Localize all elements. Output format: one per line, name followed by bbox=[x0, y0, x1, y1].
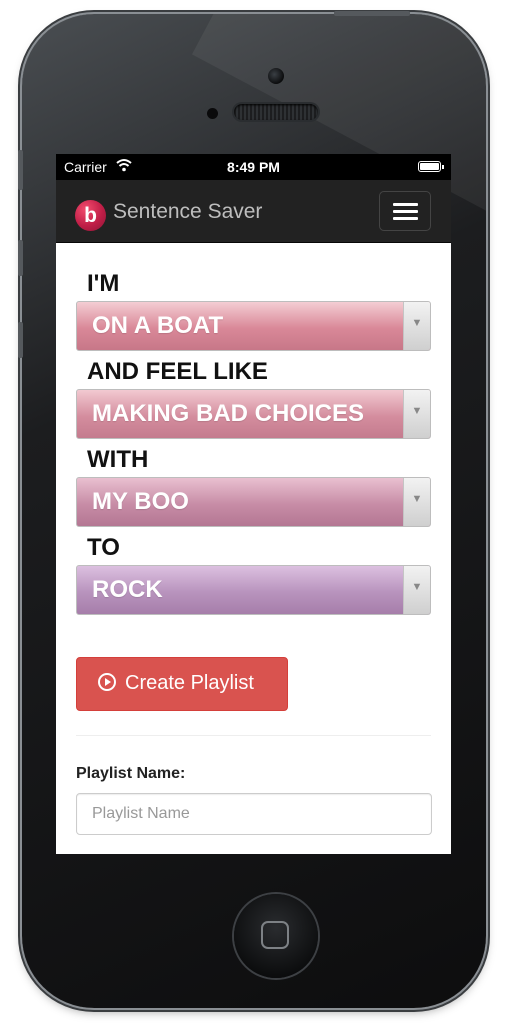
beats-logo-icon[interactable]: b bbox=[75, 200, 106, 231]
select-value-1: ON A BOAT bbox=[92, 312, 224, 339]
divider bbox=[76, 735, 431, 736]
sentence-select-4[interactable]: ROCK ▼ bbox=[76, 565, 431, 615]
sentence-label-1: I'M bbox=[87, 270, 120, 297]
playlist-name-input[interactable] bbox=[76, 793, 432, 835]
sentence-select-3[interactable]: MY BOO ▼ bbox=[76, 477, 431, 527]
sleep-button[interactable] bbox=[334, 11, 410, 16]
play-circle-icon bbox=[98, 673, 116, 691]
chevron-down-icon: ▼ bbox=[403, 302, 430, 350]
mute-switch[interactable] bbox=[18, 150, 23, 190]
volume-up-button[interactable] bbox=[18, 240, 23, 276]
home-button[interactable] bbox=[234, 894, 318, 978]
app-screen: Carrier 8:49 PM b Sentence Saver I'M ON … bbox=[56, 154, 451, 854]
chevron-down-icon: ▼ bbox=[403, 478, 430, 526]
select-value-3: MY BOO bbox=[92, 488, 189, 515]
select-value-4: ROCK bbox=[92, 576, 163, 603]
status-time: 8:49 PM bbox=[227, 159, 280, 175]
select-value-2: MAKING BAD CHOICES bbox=[92, 400, 365, 427]
earpiece-speaker bbox=[234, 104, 318, 120]
logo-letter: b bbox=[84, 204, 97, 227]
status-bar: Carrier 8:49 PM bbox=[56, 154, 451, 180]
create-playlist-label: Create Playlist bbox=[125, 672, 254, 694]
sentence-label-4: TO bbox=[87, 534, 120, 561]
front-camera bbox=[268, 68, 284, 84]
brand-title[interactable]: Sentence Saver bbox=[113, 200, 262, 224]
sentence-form: I'M ON A BOAT ▼ AND FEEL LIKE MAKING BAD… bbox=[56, 243, 451, 835]
volume-down-button[interactable] bbox=[18, 322, 23, 358]
sentence-label-3: WITH bbox=[87, 446, 149, 473]
navbar: b Sentence Saver bbox=[56, 180, 451, 243]
sentence-select-2[interactable]: MAKING BAD CHOICES ▼ bbox=[76, 389, 431, 439]
menu-toggle-button[interactable] bbox=[379, 191, 431, 231]
home-square-icon bbox=[261, 921, 289, 949]
chevron-down-icon: ▼ bbox=[403, 390, 430, 438]
create-playlist-button[interactable]: Create Playlist bbox=[76, 657, 288, 711]
playlist-name-label: Playlist Name: bbox=[76, 765, 186, 782]
chevron-down-icon: ▼ bbox=[403, 566, 430, 614]
hamburger-icon bbox=[393, 203, 418, 206]
battery-icon bbox=[418, 161, 444, 172]
sentence-label-2: AND FEEL LIKE bbox=[87, 358, 268, 385]
proximity-sensor bbox=[207, 108, 218, 119]
sentence-select-1[interactable]: ON A BOAT ▼ bbox=[76, 301, 431, 351]
